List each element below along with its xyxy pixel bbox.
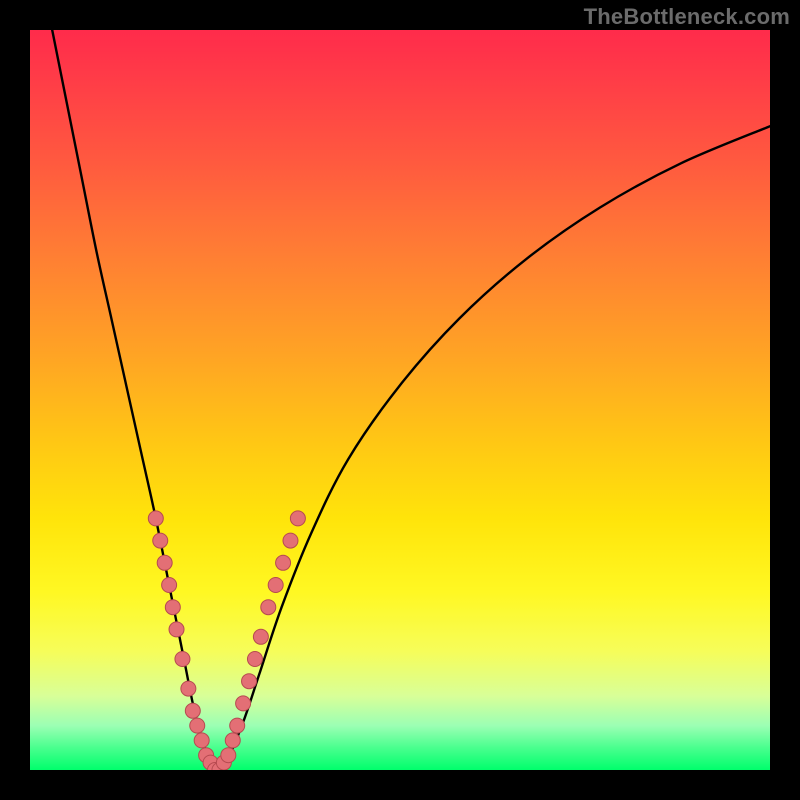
curve-marker — [290, 511, 305, 526]
curve-marker — [276, 555, 291, 570]
curve-marker — [181, 681, 196, 696]
curve-marker — [268, 578, 283, 593]
curve-marker — [153, 533, 168, 548]
curve-marker — [236, 696, 251, 711]
curve-marker — [148, 511, 163, 526]
curve-marker — [283, 533, 298, 548]
chart-svg — [30, 30, 770, 770]
curve-marker — [225, 733, 240, 748]
curve-marker — [247, 652, 262, 667]
curve-marker — [169, 622, 184, 637]
curve-marker — [242, 674, 257, 689]
marker-group — [148, 511, 305, 770]
curve-marker — [190, 718, 205, 733]
outer-frame: TheBottleneck.com — [0, 0, 800, 800]
plot-area — [30, 30, 770, 770]
curve-marker — [165, 600, 180, 615]
bottleneck-curve — [52, 30, 770, 770]
curve-marker — [253, 629, 268, 644]
curve-marker — [194, 733, 209, 748]
curve-marker — [162, 578, 177, 593]
curve-marker — [185, 703, 200, 718]
curve-marker — [175, 652, 190, 667]
curve-marker — [261, 600, 276, 615]
watermark-text: TheBottleneck.com — [584, 4, 790, 30]
curve-marker — [230, 718, 245, 733]
curve-marker — [157, 555, 172, 570]
curve-marker — [221, 748, 236, 763]
